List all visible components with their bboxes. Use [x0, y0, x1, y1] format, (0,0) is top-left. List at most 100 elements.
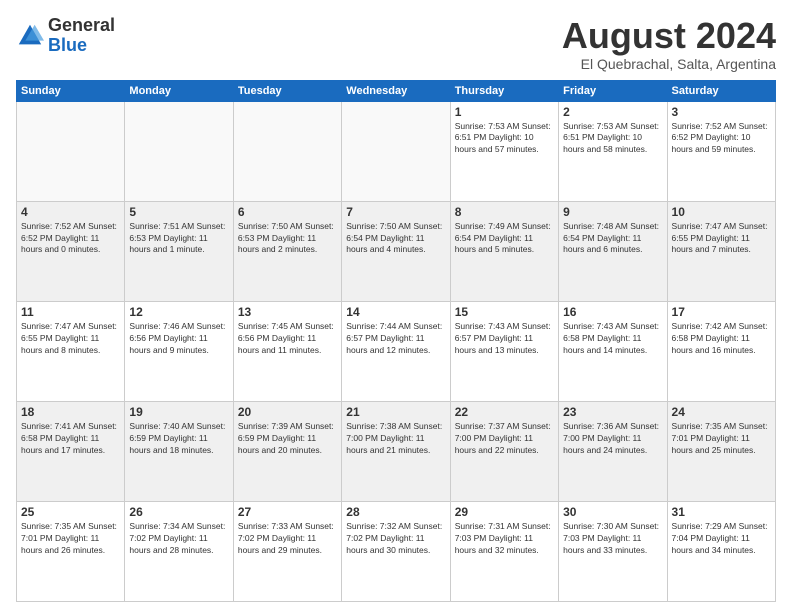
day-info: Sunrise: 7:46 AM Sunset: 6:56 PM Dayligh…	[129, 321, 228, 357]
table-row: 13 Sunrise: 7:45 AM Sunset: 6:56 PM Dayli…	[233, 301, 341, 401]
table-row: 16Sunrise: 7:43 AM Sunset: 6:58 PM Dayli…	[559, 301, 667, 401]
day-info: Sunrise: 7:42 AM Sunset: 6:58 PM Dayligh…	[672, 321, 771, 357]
day-info: Sunrise: 7:53 AM Sunset: 6:51 PM Dayligh…	[455, 121, 554, 157]
table-row: 18 Sunrise: 7:41 AM Sunset: 6:58 PM Dayli…	[17, 401, 125, 501]
day-info: Sunrise: 7:50 AM Sunset: 6:54 PM Dayligh…	[346, 221, 445, 257]
table-row: 19 Sunrise: 7:40 AM Sunset: 6:59 PM Dayli…	[125, 401, 233, 501]
calendar-week-row: 4Sunrise: 7:52 AM Sunset: 6:52 PM Daylig…	[17, 201, 776, 301]
day-number: 7	[346, 205, 445, 219]
table-row: 4Sunrise: 7:52 AM Sunset: 6:52 PM Daylig…	[17, 201, 125, 301]
table-row: 25 Sunrise: 7:35 AM Sunset: 7:01 PM Dayli…	[17, 501, 125, 601]
day-info: Sunrise: 7:43 AM Sunset: 6:57 PM Dayligh…	[455, 321, 554, 357]
day-info: Sunrise: 7:34 AM Sunset: 7:02 PM Dayligh…	[129, 521, 228, 557]
day-number: 10	[672, 205, 771, 219]
main-title: August 2024	[562, 16, 776, 56]
day-info: Sunrise: 7:44 AM Sunset: 6:57 PM Dayligh…	[346, 321, 445, 357]
day-info: Sunrise: 7:50 AM Sunset: 6:53 PM Dayligh…	[238, 221, 337, 257]
col-wednesday: Wednesday	[342, 80, 450, 101]
day-info: Sunrise: 7:47 AM Sunset: 6:55 PM Dayligh…	[21, 321, 120, 357]
day-number: 15	[455, 305, 554, 319]
calendar-table: Sunday Monday Tuesday Wednesday Thursday…	[16, 80, 776, 602]
table-row: 28Sunrise: 7:32 AM Sunset: 7:02 PM Dayli…	[342, 501, 450, 601]
table-row: 11 Sunrise: 7:47 AM Sunset: 6:55 PM Dayli…	[17, 301, 125, 401]
day-number: 31	[672, 505, 771, 519]
day-number: 18	[21, 405, 120, 419]
calendar-week-row: 25 Sunrise: 7:35 AM Sunset: 7:01 PM Dayli…	[17, 501, 776, 601]
day-number: 8	[455, 205, 554, 219]
day-number: 19	[129, 405, 228, 419]
day-number: 25	[21, 505, 120, 519]
day-number: 17	[672, 305, 771, 319]
table-row	[17, 101, 125, 201]
table-row	[233, 101, 341, 201]
logo-blue-text: Blue	[48, 36, 115, 56]
day-info: Sunrise: 7:41 AM Sunset: 6:58 PM Dayligh…	[21, 421, 120, 457]
table-row: 20Sunrise: 7:39 AM Sunset: 6:59 PM Dayli…	[233, 401, 341, 501]
day-info: Sunrise: 7:47 AM Sunset: 6:55 PM Dayligh…	[672, 221, 771, 257]
calendar-week-row: 11 Sunrise: 7:47 AM Sunset: 6:55 PM Dayli…	[17, 301, 776, 401]
table-row: 15 Sunrise: 7:43 AM Sunset: 6:57 PM Dayli…	[450, 301, 558, 401]
calendar-header-row: Sunday Monday Tuesday Wednesday Thursday…	[17, 80, 776, 101]
table-row: 3Sunrise: 7:52 AM Sunset: 6:52 PM Daylig…	[667, 101, 775, 201]
day-info: Sunrise: 7:37 AM Sunset: 7:00 PM Dayligh…	[455, 421, 554, 457]
table-row: 24Sunrise: 7:35 AM Sunset: 7:01 PM Dayli…	[667, 401, 775, 501]
table-row: 30 Sunrise: 7:30 AM Sunset: 7:03 PM Dayli…	[559, 501, 667, 601]
day-number: 2	[563, 105, 662, 119]
table-row: 8 Sunrise: 7:49 AM Sunset: 6:54 PM Daylig…	[450, 201, 558, 301]
table-row: 10 Sunrise: 7:47 AM Sunset: 6:55 PM Dayli…	[667, 201, 775, 301]
col-thursday: Thursday	[450, 80, 558, 101]
day-number: 26	[129, 505, 228, 519]
table-row: 9Sunrise: 7:48 AM Sunset: 6:54 PM Daylig…	[559, 201, 667, 301]
logo-icon	[16, 22, 44, 50]
day-number: 5	[129, 205, 228, 219]
day-info: Sunrise: 7:30 AM Sunset: 7:03 PM Dayligh…	[563, 521, 662, 557]
day-info: Sunrise: 7:52 AM Sunset: 6:52 PM Dayligh…	[21, 221, 120, 257]
col-tuesday: Tuesday	[233, 80, 341, 101]
logo-general-text: General	[48, 16, 115, 36]
table-row: 21 Sunrise: 7:38 AM Sunset: 7:00 PM Dayli…	[342, 401, 450, 501]
day-number: 1	[455, 105, 554, 119]
col-friday: Friday	[559, 80, 667, 101]
day-number: 11	[21, 305, 120, 319]
col-saturday: Saturday	[667, 80, 775, 101]
day-info: Sunrise: 7:51 AM Sunset: 6:53 PM Dayligh…	[129, 221, 228, 257]
day-number: 13	[238, 305, 337, 319]
table-row: 1 Sunrise: 7:53 AM Sunset: 6:51 PM Daylig…	[450, 101, 558, 201]
logo: General Blue	[16, 16, 115, 56]
table-row: 6 Sunrise: 7:50 AM Sunset: 6:53 PM Daylig…	[233, 201, 341, 301]
table-row: 23Sunrise: 7:36 AM Sunset: 7:00 PM Dayli…	[559, 401, 667, 501]
day-number: 27	[238, 505, 337, 519]
day-info: Sunrise: 7:35 AM Sunset: 7:01 PM Dayligh…	[21, 521, 120, 557]
day-info: Sunrise: 7:45 AM Sunset: 6:56 PM Dayligh…	[238, 321, 337, 357]
title-block: August 2024 El Quebrachal, Salta, Argent…	[562, 16, 776, 72]
day-number: 9	[563, 205, 662, 219]
header: General Blue August 2024 El Quebrachal, …	[16, 16, 776, 72]
day-info: Sunrise: 7:43 AM Sunset: 6:58 PM Dayligh…	[563, 321, 662, 357]
table-row: 7 Sunrise: 7:50 AM Sunset: 6:54 PM Daylig…	[342, 201, 450, 301]
table-row: 5 Sunrise: 7:51 AM Sunset: 6:53 PM Daylig…	[125, 201, 233, 301]
day-number: 28	[346, 505, 445, 519]
day-info: Sunrise: 7:49 AM Sunset: 6:54 PM Dayligh…	[455, 221, 554, 257]
day-info: Sunrise: 7:38 AM Sunset: 7:00 PM Dayligh…	[346, 421, 445, 457]
table-row	[342, 101, 450, 201]
calendar-week-row: 1 Sunrise: 7:53 AM Sunset: 6:51 PM Daylig…	[17, 101, 776, 201]
col-monday: Monday	[125, 80, 233, 101]
day-number: 20	[238, 405, 337, 419]
day-number: 21	[346, 405, 445, 419]
table-row: 22 Sunrise: 7:37 AM Sunset: 7:00 PM Dayli…	[450, 401, 558, 501]
day-number: 22	[455, 405, 554, 419]
day-info: Sunrise: 7:40 AM Sunset: 6:59 PM Dayligh…	[129, 421, 228, 457]
day-number: 14	[346, 305, 445, 319]
table-row: 17 Sunrise: 7:42 AM Sunset: 6:58 PM Dayli…	[667, 301, 775, 401]
day-number: 30	[563, 505, 662, 519]
day-info: Sunrise: 7:36 AM Sunset: 7:00 PM Dayligh…	[563, 421, 662, 457]
page: General Blue August 2024 El Quebrachal, …	[0, 0, 792, 612]
day-number: 29	[455, 505, 554, 519]
day-number: 12	[129, 305, 228, 319]
day-info: Sunrise: 7:33 AM Sunset: 7:02 PM Dayligh…	[238, 521, 337, 557]
subtitle: El Quebrachal, Salta, Argentina	[562, 56, 776, 72]
col-sunday: Sunday	[17, 80, 125, 101]
day-info: Sunrise: 7:52 AM Sunset: 6:52 PM Dayligh…	[672, 121, 771, 157]
day-number: 6	[238, 205, 337, 219]
day-info: Sunrise: 7:53 AM Sunset: 6:51 PM Dayligh…	[563, 121, 662, 157]
